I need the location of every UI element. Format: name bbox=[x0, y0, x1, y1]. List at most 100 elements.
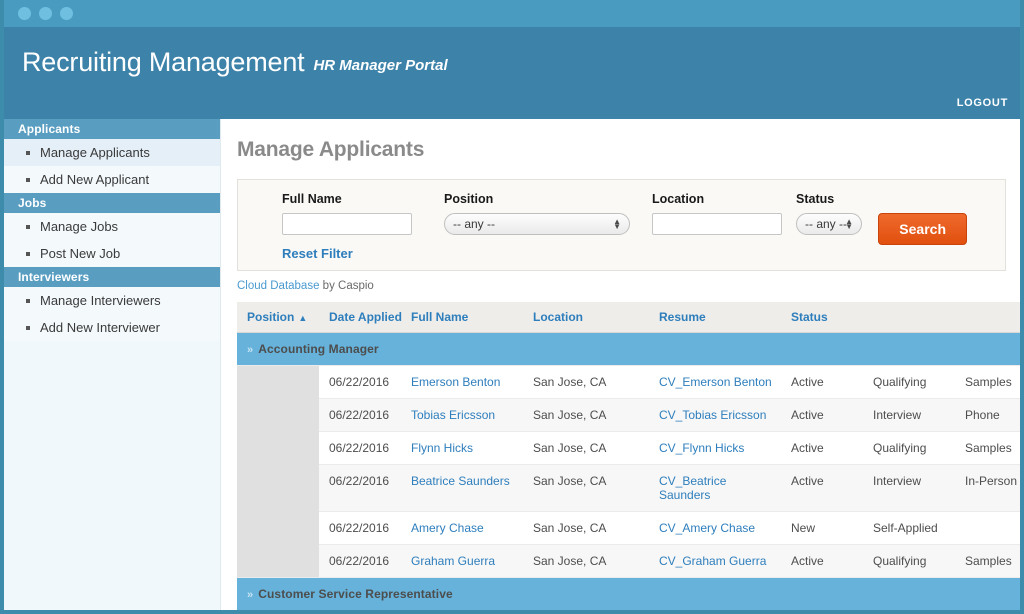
cell-full-name: Macaulay Lee bbox=[401, 611, 523, 614]
cell-status: Active bbox=[781, 366, 863, 399]
cell-resume: CV_Graham Guerra bbox=[649, 545, 781, 578]
app-header: Recruiting Management HR Manager Portal bbox=[4, 27, 1020, 97]
sidebar-item-manage-applicants[interactable]: Manage Applicants bbox=[4, 139, 220, 166]
resume-link[interactable]: CV_Amery Chase bbox=[659, 521, 755, 535]
column-header-position[interactable]: Position ▲ bbox=[237, 302, 319, 333]
cell-extra1: Duplicate bbox=[863, 611, 955, 614]
cell-extra2 bbox=[955, 512, 1020, 545]
browser-window: Recruiting Management HR Manager Portal … bbox=[0, 0, 1024, 614]
column-header-full-name[interactable]: Full Name bbox=[401, 302, 523, 333]
position-select-value: -- any -- bbox=[453, 217, 495, 231]
group-label: Accounting Manager bbox=[258, 342, 378, 356]
column-header-extra2 bbox=[955, 302, 1020, 333]
column-label: Resume bbox=[659, 310, 706, 324]
cell-full-name: Flynn Hicks bbox=[401, 432, 523, 465]
sidebar-item-add-new-applicant[interactable]: Add New Applicant bbox=[4, 166, 220, 193]
status-label: Status bbox=[796, 192, 916, 206]
cell-date-applied: 06/22/2016 bbox=[319, 545, 401, 578]
resume-link[interactable]: CV_Graham Guerra bbox=[659, 554, 766, 568]
bullet-icon bbox=[26, 299, 30, 303]
cloud-database-link[interactable]: Cloud Database bbox=[237, 280, 319, 292]
status-select-value: -- any -- bbox=[805, 217, 847, 231]
applicant-name-link[interactable]: Graham Guerra bbox=[411, 554, 495, 568]
applicant-name-link[interactable]: Amery Chase bbox=[411, 521, 484, 535]
bullet-icon bbox=[26, 225, 30, 229]
table-row[interactable]: 06/22/2016 Macaulay Lee Santa Clara, CA … bbox=[237, 611, 1020, 614]
cell-resume: CV_Macaulay Lee bbox=[649, 611, 781, 614]
main-content: Manage Applicants Full Name Position -- … bbox=[221, 119, 1020, 614]
table-row[interactable]: 06/22/2016 Amery Chase San Jose, CA CV_A… bbox=[237, 512, 1020, 545]
cell-resume: CV_Amery Chase bbox=[649, 512, 781, 545]
cell-resume: CV_Flynn Hicks bbox=[649, 432, 781, 465]
table-row[interactable]: 06/22/2016 Emerson Benton San Jose, CA C… bbox=[237, 366, 1020, 399]
search-button[interactable]: Search bbox=[878, 213, 967, 245]
table-row[interactable]: 06/22/2016 Tobias Ericsson San Jose, CA … bbox=[237, 399, 1020, 432]
column-label: Location bbox=[533, 310, 583, 324]
table-header-row: Position ▲ Date Applied Full Name Locatio… bbox=[237, 302, 1020, 333]
resume-link[interactable]: CV_Flynn Hicks bbox=[659, 441, 744, 455]
cell-status: Active bbox=[781, 465, 863, 512]
cell-resume: CV_Emerson Benton bbox=[649, 366, 781, 399]
bullet-icon bbox=[26, 252, 30, 256]
table-row[interactable]: 06/22/2016 Graham Guerra San Jose, CA CV… bbox=[237, 545, 1020, 578]
cell-resume: CV_Tobias Ericsson bbox=[649, 399, 781, 432]
window-maximize-dot[interactable] bbox=[60, 7, 73, 20]
group-label: Customer Service Representative bbox=[258, 587, 453, 601]
app-subtitle: HR Manager Portal bbox=[313, 57, 447, 74]
group-row-customer-service-representative[interactable]: »Customer Service Representative bbox=[237, 578, 1020, 611]
cell-extra1: Qualifying bbox=[863, 432, 955, 465]
cell-date-applied: 06/22/2016 bbox=[319, 465, 401, 512]
window-minimize-dot[interactable] bbox=[39, 7, 52, 20]
full-name-input[interactable] bbox=[282, 213, 412, 235]
position-label: Position bbox=[444, 192, 652, 206]
column-header-resume[interactable]: Resume bbox=[649, 302, 781, 333]
column-header-status[interactable]: Status bbox=[781, 302, 863, 333]
cell-extra2: In-Person bbox=[955, 465, 1020, 512]
sort-asc-icon: ▲ bbox=[298, 313, 307, 323]
table-row[interactable]: 06/22/2016 Beatrice Saunders San Jose, C… bbox=[237, 465, 1020, 512]
cell-location: San Jose, CA bbox=[523, 399, 649, 432]
sidebar-item-manage-jobs[interactable]: Manage Jobs bbox=[4, 213, 220, 240]
resume-link[interactable]: CV_Emerson Benton bbox=[659, 375, 772, 389]
cell-extra1: Interview bbox=[863, 399, 955, 432]
column-header-location[interactable]: Location bbox=[523, 302, 649, 333]
applicants-table-body: »Accounting Manager 06/22/2016 Emerson B… bbox=[237, 333, 1020, 614]
logout-button[interactable]: LOGOUT bbox=[957, 97, 1008, 109]
cell-extra2: Samples bbox=[955, 432, 1020, 465]
sidebar-item-post-new-job[interactable]: Post New Job bbox=[4, 240, 220, 267]
cell-extra1: Qualifying bbox=[863, 545, 955, 578]
cell-status: New bbox=[781, 512, 863, 545]
window-titlebar bbox=[4, 0, 1020, 27]
resume-link[interactable]: CV_Tobias Ericsson bbox=[659, 408, 766, 422]
group-row-accounting-manager[interactable]: »Accounting Manager bbox=[237, 333, 1020, 366]
column-header-extra1 bbox=[863, 302, 955, 333]
page-title: Manage Applicants bbox=[237, 138, 1006, 162]
cell-full-name: Emerson Benton bbox=[401, 366, 523, 399]
resume-link[interactable]: CV_Beatrice Saunders bbox=[659, 474, 726, 502]
position-spacer-cell bbox=[237, 611, 319, 614]
cell-date-applied: 06/22/2016 bbox=[319, 432, 401, 465]
position-select[interactable]: -- any -- ▲▼ bbox=[444, 213, 630, 235]
search-filter-panel: Full Name Position -- any -- ▲▼ Location bbox=[237, 179, 1006, 271]
location-input[interactable] bbox=[652, 213, 782, 235]
table-row[interactable]: 06/22/2016 Flynn Hicks San Jose, CA CV_F… bbox=[237, 432, 1020, 465]
column-label: Position bbox=[247, 310, 294, 324]
sidebar: Applicants Manage Applicants Add New App… bbox=[4, 119, 221, 614]
sidebar-item-add-new-interviewer[interactable]: Add New Interviewer bbox=[4, 314, 220, 341]
cell-extra1: Interview bbox=[863, 465, 955, 512]
sidebar-section-jobs: Jobs bbox=[4, 193, 220, 213]
cell-status: Closed bbox=[781, 611, 863, 614]
sidebar-section-applicants: Applicants bbox=[4, 119, 220, 139]
applicant-name-link[interactable]: Flynn Hicks bbox=[411, 441, 473, 455]
cell-location: San Jose, CA bbox=[523, 545, 649, 578]
logout-bar: LOGOUT bbox=[4, 97, 1020, 119]
reset-filter-link[interactable]: Reset Filter bbox=[282, 246, 353, 261]
applicant-name-link[interactable]: Tobias Ericsson bbox=[411, 408, 495, 422]
status-select[interactable]: -- any -- ▲▼ bbox=[796, 213, 862, 235]
cell-full-name: Beatrice Saunders bbox=[401, 465, 523, 512]
sidebar-item-manage-interviewers[interactable]: Manage Interviewers bbox=[4, 287, 220, 314]
column-header-date-applied[interactable]: Date Applied bbox=[319, 302, 401, 333]
applicant-name-link[interactable]: Emerson Benton bbox=[411, 375, 500, 389]
applicant-name-link[interactable]: Beatrice Saunders bbox=[411, 474, 510, 488]
window-close-dot[interactable] bbox=[18, 7, 31, 20]
